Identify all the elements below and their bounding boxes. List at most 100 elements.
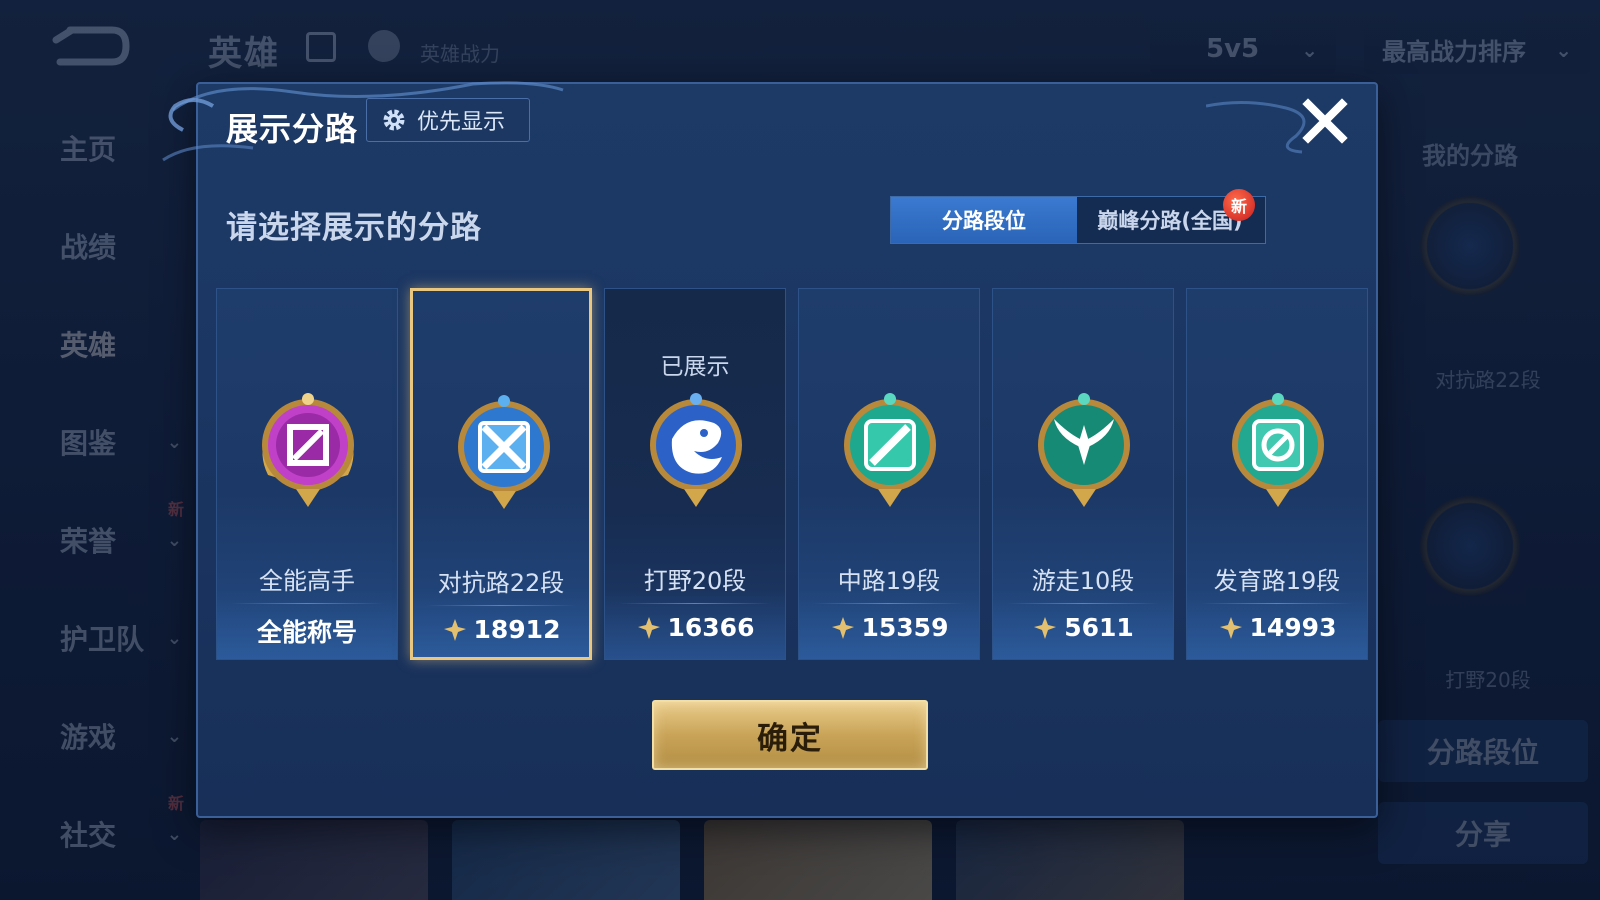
power-icon	[1034, 616, 1057, 639]
chevron-down-icon: ⌄	[166, 725, 182, 747]
lane-card-value-text: 16366	[667, 613, 755, 642]
my-lanes-title: 我的分路	[1422, 142, 1518, 170]
lane-card-top[interactable]: 对抗路22段 18912	[410, 288, 592, 660]
staff-icon	[830, 385, 950, 515]
lane-card-jungle[interactable]: 已展示 打野20段 16366	[604, 288, 786, 660]
lane-card-label: 全能高手	[259, 567, 355, 595]
chevron-down-icon: ⌄	[1301, 38, 1318, 62]
hero-card[interactable]	[452, 820, 680, 900]
lane-card-label: 打野20段	[643, 567, 747, 595]
lane-card-label: 游走10段	[1031, 567, 1135, 595]
wings-icon	[1024, 385, 1144, 515]
sort-select-value: 最高战力排序	[1382, 37, 1526, 66]
new-badge: 新	[167, 794, 184, 813]
lane-card-roam[interactable]: 游走10段 5611	[992, 288, 1174, 660]
chevron-down-icon: ⌄	[166, 627, 182, 649]
sidebar-item-label: 荣誉	[60, 525, 117, 558]
lane-badge-icon	[1420, 496, 1520, 596]
sidebar-item-honor[interactable]: 荣誉 新 ⌄	[40, 500, 190, 570]
lane-badge-icon	[1420, 196, 1520, 296]
hero-power-label[interactable]: 英雄战力	[420, 38, 500, 67]
mode-select[interactable]: 5v5 ⌄	[1150, 24, 1336, 74]
back-button[interactable]	[50, 26, 130, 70]
bow-icon	[1218, 385, 1338, 515]
dragon-icon	[636, 385, 756, 515]
hero-card-strip	[200, 820, 1200, 900]
divider	[619, 603, 771, 604]
power-icon	[443, 618, 466, 641]
sidebar-item-label: 护卫队	[60, 623, 145, 656]
lane-card-value-text: 18912	[473, 615, 561, 644]
page-title: 英雄	[208, 34, 280, 74]
close-icon	[1302, 98, 1348, 144]
sidebar-item-codex[interactable]: 图鉴 ⌄	[40, 412, 190, 472]
priority-display-label: 优先显示	[417, 110, 506, 135]
divider	[1007, 603, 1159, 604]
lane-card-value: 15359	[799, 613, 979, 642]
hero-card[interactable]	[704, 820, 932, 900]
confirm-button[interactable]: 确定	[652, 700, 928, 770]
lane-card-value: 16366	[605, 613, 785, 642]
lane-card-allround[interactable]: 全能高手 全能称号	[216, 288, 398, 660]
hero-card[interactable]	[200, 820, 428, 900]
new-badge: 新	[167, 500, 184, 519]
list-icon[interactable]	[306, 32, 336, 62]
shown-label: 已展示	[660, 354, 730, 380]
share-button[interactable]: 分享	[1378, 802, 1588, 864]
lane-card-label: 中路19段	[837, 567, 941, 595]
tab-peak-lane[interactable]: 巅峰分路(全国) 新	[1077, 189, 1263, 243]
swords-icon	[444, 387, 564, 517]
hero-power-icon	[368, 30, 400, 62]
power-icon	[1219, 616, 1242, 639]
new-badge: 新	[1223, 189, 1255, 221]
sidebar-item-label: 主页	[60, 133, 117, 166]
sidebar-item-records[interactable]: 战绩	[40, 216, 190, 276]
sidebar-item-guard[interactable]: 护卫队 ⌄	[40, 608, 190, 668]
sidebar-item-label: 游戏	[60, 721, 117, 754]
chevron-down-icon: ⌄	[166, 529, 182, 551]
lane-card-value-text: 5611	[1064, 613, 1134, 642]
chevron-down-icon: ⌄	[166, 431, 182, 453]
chevron-down-icon: ⌄	[1555, 38, 1572, 62]
back-arrow-icon	[52, 26, 130, 66]
sidebar-item-label: 图鉴	[60, 427, 117, 460]
close-button[interactable]	[1300, 96, 1350, 146]
lane-card-value-text: 14993	[1249, 613, 1337, 642]
sidebar-item-games[interactable]: 游戏 ⌄	[40, 706, 190, 766]
divider	[1201, 603, 1353, 604]
lane-label: 对抗路22段	[1435, 368, 1541, 392]
lane-type-tabs: 分路段位 巅峰分路(全国) 新	[890, 189, 1266, 244]
lane-card-value: 全能称号	[217, 613, 397, 649]
lane-card-value: 14993	[1187, 613, 1367, 642]
lane-card-bot[interactable]: 发育路19段 14993	[1186, 288, 1368, 660]
power-icon	[831, 616, 854, 639]
sidebar-item-social[interactable]: 社交 新 ⌄	[40, 794, 190, 864]
lane-card-value-text: 全能称号	[256, 618, 357, 647]
lane-cards: 全能高手 全能称号 对抗路22段 18912 已展示 打野20段 16366 中…	[216, 288, 1368, 660]
lane-rank-button[interactable]: 分路段位	[1378, 720, 1588, 782]
sidebar-item-label: 战绩	[60, 231, 117, 264]
priority-display-button[interactable]: 优先显示	[366, 98, 530, 142]
lane-label: 打野20段	[1445, 668, 1531, 692]
sidebar-item-label: 英雄	[60, 329, 117, 362]
lane-card-label: 发育路19段	[1213, 567, 1341, 595]
sort-select[interactable]: 最高战力排序 ⌄	[1364, 24, 1590, 74]
tab-lane-rank[interactable]: 分路段位	[891, 197, 1077, 243]
display-lane-dialog: 展示分路 优先显示 请选择展示的分路 分路段位 巅峰分路(全国) 新 全能高手 …	[162, 81, 1378, 818]
divider	[427, 605, 575, 606]
lane-card-label: 对抗路22段	[437, 569, 565, 597]
mode-select-value: 5v5	[1206, 34, 1260, 64]
divider	[231, 603, 383, 604]
lane-card-mid[interactable]: 中路19段 15359	[798, 288, 980, 660]
chevron-down-icon: ⌄	[166, 823, 182, 845]
sidebar-item-heroes[interactable]: 英雄	[40, 314, 190, 374]
sidebar-item-label: 社交	[60, 819, 117, 852]
gear-icon	[383, 109, 405, 131]
power-icon	[637, 616, 660, 639]
lane-card-value-text: 15359	[861, 613, 949, 642]
divider	[813, 603, 965, 604]
sidebar: 主页 战绩 英雄 图鉴 ⌄ 荣誉新 ⌄ 护卫队 ⌄ 游戏 ⌄ 社交新 ⌄	[0, 96, 196, 900]
hero-card[interactable]	[956, 820, 1184, 900]
dialog-subtitle: 请选择展示的分路	[226, 210, 482, 246]
dialog-title: 展示分路	[226, 110, 359, 148]
